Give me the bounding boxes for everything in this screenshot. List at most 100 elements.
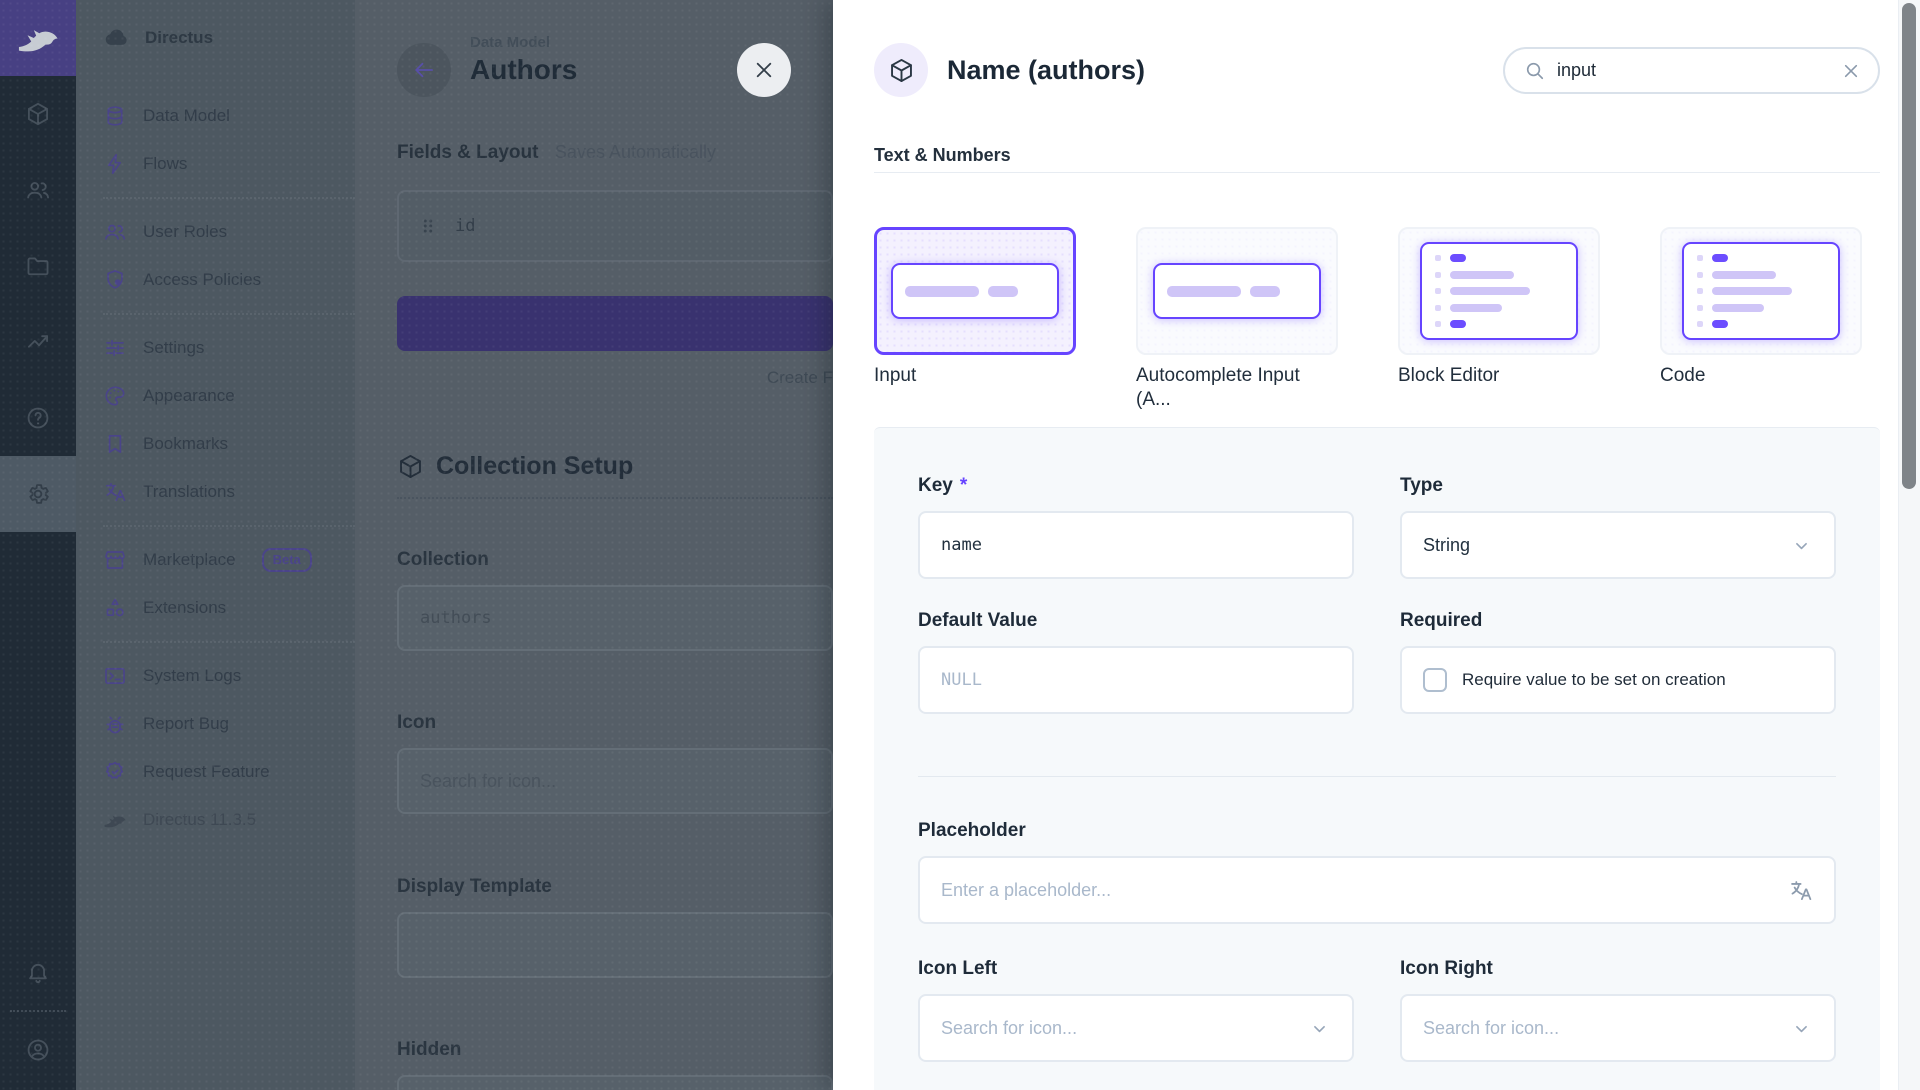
module-cube[interactable] [0, 76, 76, 152]
required-checkbox-label[interactable]: Require value to be set on creation [1462, 670, 1726, 690]
placeholder-input[interactable]: Enter a placeholder... [918, 856, 1836, 924]
icon-input[interactable]: Search for icon... [397, 748, 833, 814]
sidebar-item-translations[interactable]: Translations [76, 468, 355, 516]
activity-icon [25, 329, 51, 355]
hidden-label: Hidden [397, 1037, 461, 1063]
icon-input-placeholder: Search for icon... [420, 771, 556, 792]
sidebar-item-label: Translations [143, 482, 235, 502]
default-value-label: Default Value [918, 608, 1354, 634]
module-bottom [0, 934, 76, 1090]
divider [397, 497, 833, 499]
fields-layout-row: Fields & Layout Saves Automatically [397, 139, 716, 167]
interface-card-code[interactable] [1660, 227, 1862, 355]
search-input-value[interactable]: input [1557, 60, 1840, 81]
drawer-close-button[interactable] [737, 43, 791, 97]
chevron-down-icon [1790, 534, 1813, 557]
icon-right-select[interactable]: Search for icon... [1400, 994, 1836, 1062]
chevron-down-icon [1308, 1017, 1331, 1040]
collection-value: authors [420, 608, 492, 628]
sidebar-item-label: Settings [143, 338, 204, 358]
key-value: name [941, 535, 982, 555]
directus-app: Directus Data ModelFlowsUser RolesAccess… [0, 0, 1920, 1090]
sidebar-item-access-policies[interactable]: Access Policies [76, 256, 355, 304]
sidebar-item-extensions[interactable]: Extensions [76, 584, 355, 632]
divider [103, 197, 355, 199]
drag-handle-icon[interactable] [417, 215, 439, 237]
module-folder[interactable] [0, 228, 76, 304]
clear-search-icon[interactable] [1840, 60, 1862, 82]
sidebar-item-user-roles[interactable]: User Roles [76, 208, 355, 256]
sidebar-item-label: System Logs [143, 666, 241, 686]
module-bell[interactable] [0, 934, 76, 1010]
beta-badge: Beta [262, 548, 312, 572]
help-icon [25, 405, 51, 431]
sidebar-item-directus-11-3-5[interactable]: Directus 11.3.5 [76, 796, 355, 844]
placeholder-placeholder: Enter a placeholder... [941, 880, 1788, 901]
divider [103, 641, 355, 643]
sidebar-item-flows[interactable]: Flows [76, 140, 355, 188]
display-template-input[interactable] [397, 912, 833, 978]
directus-logo[interactable] [0, 0, 76, 76]
breadcrumb[interactable]: Data Model [470, 33, 550, 53]
sidebar-item-label: Bookmarks [143, 434, 228, 454]
drawer-scrollbar[interactable] [1898, 0, 1920, 1090]
sidebar-item-label: Request Feature [143, 762, 270, 782]
required-checkbox[interactable] [1423, 668, 1447, 692]
people-icon [25, 177, 51, 203]
tune-icon [103, 336, 127, 360]
cloud-icon [103, 25, 129, 51]
key-input[interactable]: name [918, 511, 1354, 579]
back-button[interactable] [397, 43, 451, 97]
bolt-icon [103, 152, 127, 176]
sidebar-item-label: User Roles [143, 222, 227, 242]
scrollbar-thumb[interactable] [1902, 3, 1916, 489]
module-people[interactable] [0, 152, 76, 228]
module-activity[interactable] [0, 304, 76, 380]
cube-icon [25, 101, 51, 127]
sidebar-item-data-model[interactable]: Data Model [76, 92, 355, 140]
sidebar-item-label: Directus 11.3.5 [143, 810, 256, 830]
type-label: Type [1400, 473, 1836, 499]
interface-search[interactable]: input [1503, 47, 1880, 94]
module-gear[interactable] [0, 456, 76, 532]
sidebar-item-label: Appearance [143, 386, 235, 406]
drawer-title: Name (authors) [947, 54, 1145, 87]
close-icon [751, 57, 777, 83]
interface-card-autocomplete-input-a[interactable] [1136, 227, 1338, 355]
sidebar-item-appearance[interactable]: Appearance [76, 372, 355, 420]
bookmark-icon [103, 432, 127, 456]
bell-icon [25, 959, 51, 985]
sidebar-item-label: Report Bug [143, 714, 229, 734]
icon-left-select[interactable]: Search for icon... [918, 994, 1354, 1062]
interface-card-label: Autocomplete Input (A... [1136, 364, 1338, 412]
saves-automatically-hint: Saves Automatically [555, 142, 716, 162]
field-row-id[interactable]: id [397, 190, 833, 262]
sidebar-item-system-logs[interactable]: System Logs [76, 652, 355, 700]
divider [103, 313, 355, 315]
hidden-input[interactable] [397, 1075, 833, 1090]
create-field-link[interactable]: Create F [397, 366, 833, 390]
sidebar-nav: Data ModelFlows User Roles Access Policies… [76, 76, 355, 844]
create-field-button[interactable] [397, 296, 833, 351]
translate-icon [103, 480, 127, 504]
field-icon-badge [874, 43, 928, 97]
type-select[interactable]: String [1400, 511, 1836, 579]
module-account[interactable] [0, 1012, 76, 1088]
input-illustration [1153, 263, 1321, 319]
project-switcher[interactable]: Directus [76, 0, 355, 76]
palette-icon [103, 384, 127, 408]
sidebar-item-marketplace[interactable]: MarketplaceBeta [76, 536, 355, 584]
sidebar-item-label: Extensions [143, 598, 226, 618]
sidebar-item-bookmarks[interactable]: Bookmarks [76, 420, 355, 468]
sidebar-item-settings[interactable]: Settings [76, 324, 355, 372]
module-help[interactable] [0, 380, 76, 456]
divider [103, 525, 355, 527]
default-value-input[interactable]: NULL [918, 646, 1354, 714]
directus-rabbit-icon [16, 16, 60, 60]
translate-icon[interactable] [1788, 878, 1813, 903]
account-icon [25, 1037, 51, 1063]
sidebar-item-request-feature[interactable]: Request Feature [76, 748, 355, 796]
sidebar-item-report-bug[interactable]: Report Bug [76, 700, 355, 748]
interface-card-input[interactable] [874, 227, 1076, 355]
interface-card-block-editor[interactable] [1398, 227, 1600, 355]
